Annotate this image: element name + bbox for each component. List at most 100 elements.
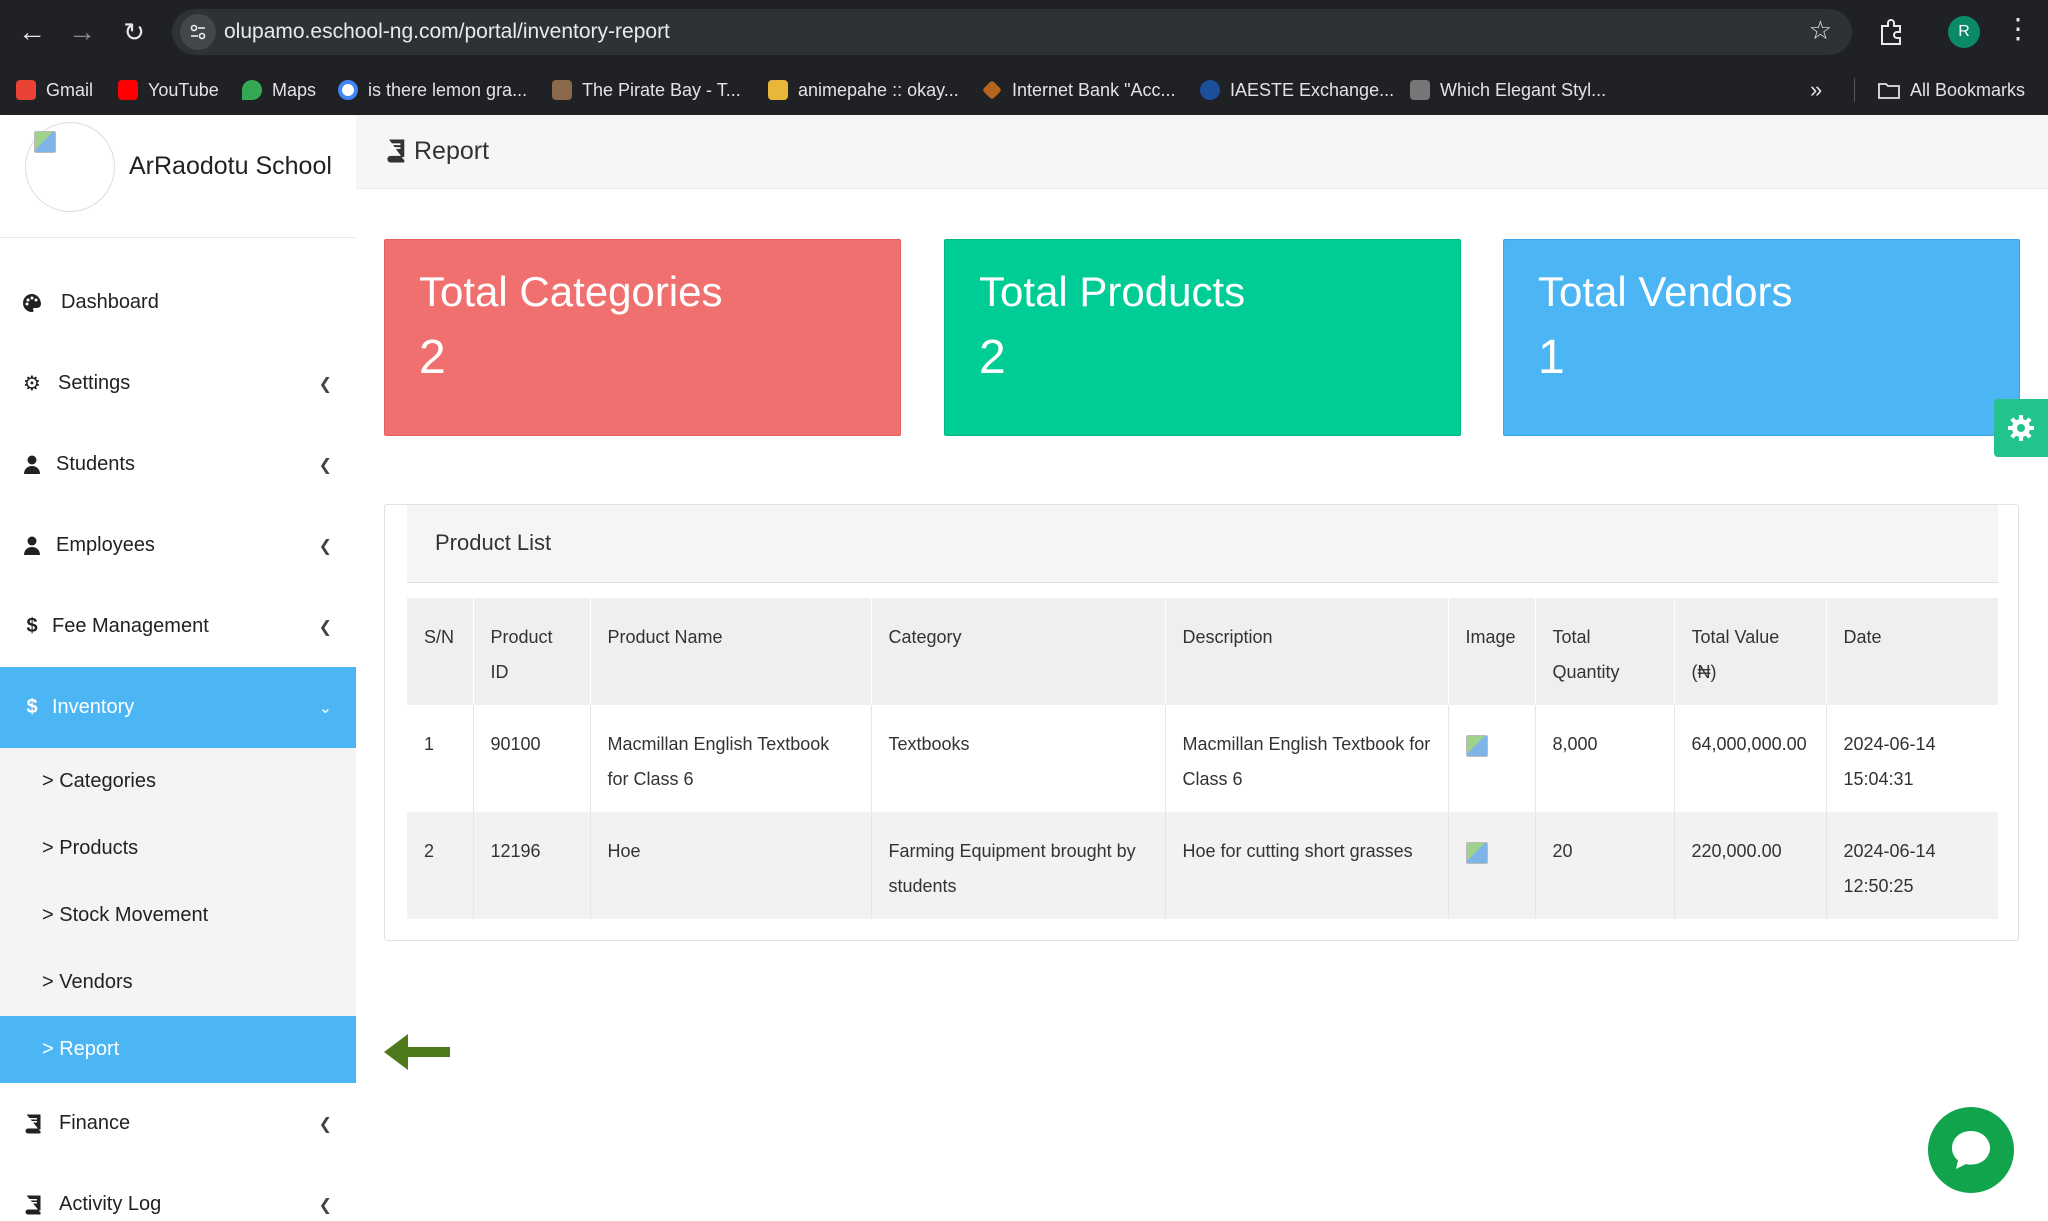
column-header-sn[interactable]: S/N — [407, 598, 474, 705]
column-header-description[interactable]: Description — [1165, 598, 1449, 705]
book-icon — [25, 1114, 41, 1133]
sidebar-item-dashboard[interactable]: Dashboard — [0, 262, 356, 343]
sidebar-item-inventory[interactable]: $ Inventory ⌄ — [0, 667, 356, 748]
bookmark-maps[interactable]: Maps — [242, 76, 316, 104]
stat-card-products: Total Products 2 — [944, 239, 1461, 436]
sidebar-item-settings[interactable]: ⚙ Settings ❮ — [0, 343, 356, 424]
profile-avatar[interactable]: R — [1948, 16, 1980, 48]
chat-button[interactable] — [1928, 1107, 2014, 1193]
google-icon — [338, 80, 358, 100]
browser-menu-icon[interactable]: ⋮ — [2004, 12, 2032, 45]
sidebar-item-label: Fee Management — [52, 615, 209, 637]
bookmark-star-icon[interactable]: ☆ — [1809, 15, 1832, 46]
chat-bubble-icon — [1952, 1131, 1990, 1169]
cell-sn: 2 — [407, 812, 474, 919]
user-icon — [24, 536, 40, 555]
chevron-left-icon: ❮ — [318, 537, 332, 555]
column-header-total-quantity[interactable]: Total Quantity — [1535, 598, 1675, 705]
cell-image — [1448, 812, 1536, 919]
sidebar-subitem-label: > Stock Movement — [42, 904, 209, 926]
browser-toolbar: ← → ↻ olupamo.eschool-ng.com/portal/inve… — [0, 0, 2048, 115]
sidebar-subitem-stock-movement[interactable]: > Stock Movement — [0, 882, 356, 949]
stat-label: Total Categories — [419, 268, 723, 315]
table-row: 1 90100 Macmillan English Textbook for C… — [407, 705, 1998, 812]
address-bar[interactable]: olupamo.eschool-ng.com/portal/inventory-… — [172, 9, 1852, 55]
cell-image — [1448, 705, 1536, 812]
bookmark-internet-bank[interactable]: Internet Bank "Acc... — [982, 76, 1175, 104]
sidebar-item-fee-management[interactable]: $ Fee Management ❮ — [0, 586, 356, 667]
folder-icon — [1878, 83, 1900, 99]
sidebar-item-label: Settings — [58, 372, 131, 394]
sidebar-subitem-label: > Vendors — [42, 971, 133, 993]
sidebar-subitem-report[interactable]: > Report — [0, 1016, 356, 1083]
gear-icon — [2008, 415, 2034, 441]
column-header-date[interactable]: Date — [1826, 598, 1998, 705]
page-header: Report — [356, 115, 2048, 189]
theme-settings-button[interactable] — [1994, 399, 2048, 457]
column-header-category[interactable]: Category — [871, 598, 1166, 705]
extensions-icon[interactable] — [1874, 14, 1908, 48]
sidebar-item-label: Activity Log — [59, 1193, 162, 1215]
gmail-icon — [16, 80, 36, 100]
column-header-product-id[interactable]: Product ID — [473, 598, 591, 705]
back-icon[interactable]: ← — [12, 12, 52, 52]
cell-product-id: 90100 — [473, 705, 591, 812]
forward-icon[interactable]: → — [62, 12, 102, 52]
bookmark-which-elegant[interactable]: Which Elegant Styl... — [1410, 76, 1606, 104]
bookmark-google-search[interactable]: is there lemon gra... — [338, 76, 527, 104]
sidebar-item-label: Students — [56, 453, 135, 475]
cell-product-name: Hoe — [590, 812, 872, 919]
bookmark-pirate-bay[interactable]: The Pirate Bay - T... — [552, 76, 741, 104]
column-header-total-value[interactable]: Total Value (₦) — [1674, 598, 1827, 705]
all-bookmarks-button[interactable]: All Bookmarks — [1878, 76, 2025, 104]
site-info-icon[interactable] — [180, 14, 216, 50]
sidebar: ArRaodotu School Dashboard ⚙ Settings ❮ … — [0, 115, 356, 1221]
column-header-product-name[interactable]: Product Name — [590, 598, 872, 705]
sidebar-subitem-products[interactable]: > Products — [0, 815, 356, 882]
more-bookmarks-icon[interactable]: » — [1810, 76, 1822, 104]
user-icon — [24, 455, 40, 474]
cell-total-value: 220,000.00 — [1674, 812, 1827, 919]
bookmark-youtube[interactable]: YouTube — [118, 76, 219, 104]
broken-image-icon — [1465, 842, 1488, 864]
table-header-row: S/N Product ID Product Name Category Des… — [407, 598, 1998, 705]
book-icon — [387, 139, 405, 163]
sidebar-subitem-label: > Report — [42, 1038, 120, 1060]
sidebar-item-finance[interactable]: Finance ❮ — [0, 1083, 356, 1164]
sidebar-subitem-categories[interactable]: > Categories — [0, 748, 356, 815]
cell-category: Textbooks — [871, 705, 1166, 812]
stat-label: Total Products — [979, 268, 1246, 315]
table-row: 2 12196 Hoe Farming Equipment brought by… — [407, 812, 1998, 919]
cell-category: Farming Equipment brought by students — [871, 812, 1166, 919]
url-text[interactable]: olupamo.eschool-ng.com/portal/inventory-… — [224, 20, 670, 44]
cell-description: Hoe for cutting short grasses — [1165, 812, 1449, 919]
bookmark-gmail[interactable]: Gmail — [16, 76, 93, 104]
sidebar-item-label: Inventory — [52, 696, 135, 718]
maps-icon — [242, 80, 262, 100]
chevron-left-icon: ❮ — [318, 375, 332, 393]
column-header-image[interactable]: Image — [1448, 598, 1536, 705]
bookmark-animepahe[interactable]: animepahe :: okay... — [768, 76, 959, 104]
sidebar-item-employees[interactable]: Employees ❮ — [0, 505, 356, 586]
dollar-icon: $ — [26, 615, 38, 637]
cell-date: 2024-06-14 12:50:25 — [1826, 812, 1998, 919]
product-table: S/N Product ID Product Name Category Des… — [407, 598, 1998, 919]
chevron-left-icon: ❮ — [318, 1115, 332, 1133]
stat-card-categories: Total Categories 2 — [384, 239, 901, 436]
brand: ArRaodotu School — [0, 115, 356, 238]
reload-icon[interactable]: ↻ — [114, 12, 154, 52]
main-content: Report Total Categories 2 Total Products… — [356, 115, 2048, 1221]
sidebar-subitem-label: > Categories — [42, 770, 156, 792]
sidebar-subitem-vendors[interactable]: > Vendors — [0, 949, 356, 1016]
bookmark-iaeste[interactable]: IAESTE Exchange... — [1200, 76, 1394, 104]
page-icon — [1410, 80, 1430, 100]
sidebar-item-activity-log[interactable]: Activity Log ❮ — [0, 1164, 356, 1221]
bookmarks-bar: Gmail YouTube Maps is there lemon gra...… — [0, 70, 2048, 110]
annotation-arrow-icon — [384, 1034, 450, 1070]
page-title: Report — [414, 137, 490, 165]
cell-total-value: 64,000,000.00 — [1674, 705, 1827, 812]
cell-product-id: 12196 — [473, 812, 591, 919]
school-logo — [25, 122, 115, 212]
sidebar-item-students[interactable]: Students ❮ — [0, 424, 356, 505]
youtube-icon — [118, 80, 138, 100]
